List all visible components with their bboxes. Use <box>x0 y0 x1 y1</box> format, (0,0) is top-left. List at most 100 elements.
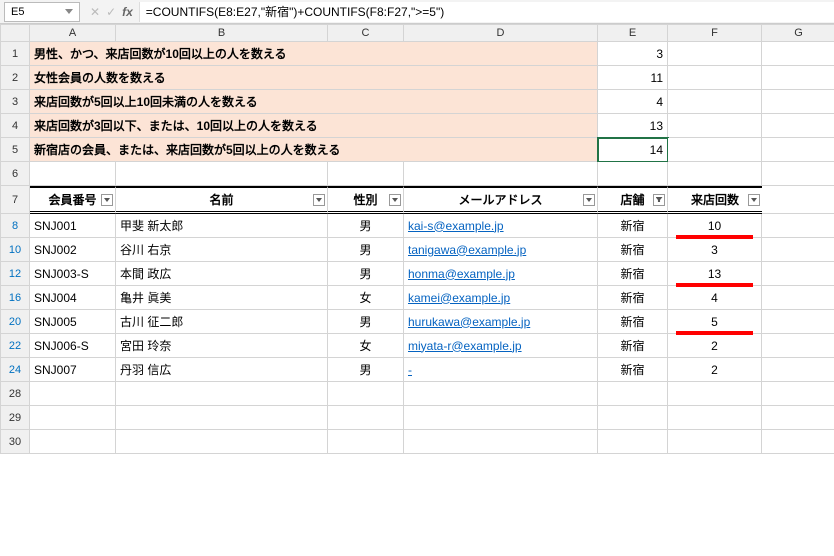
empty-cell[interactable] <box>762 334 834 358</box>
table-header-id[interactable]: 会員番号 <box>30 186 116 214</box>
filter-icon-active[interactable] <box>653 194 665 206</box>
cell-visit[interactable]: 2 <box>668 358 762 382</box>
result-cell[interactable]: 14 <box>598 138 668 162</box>
empty-cell[interactable] <box>762 430 834 454</box>
empty-cell[interactable] <box>762 66 834 90</box>
empty-cell[interactable] <box>762 238 834 262</box>
empty-cell[interactable] <box>762 214 834 238</box>
empty-cell[interactable] <box>30 430 116 454</box>
cell-name[interactable]: 丹羽 信広 <box>116 358 328 382</box>
mail-link[interactable]: tanigawa@example.jp <box>408 243 526 257</box>
cancel-icon[interactable]: ✕ <box>90 5 100 19</box>
mail-link[interactable]: - <box>408 363 412 377</box>
empty-cell[interactable] <box>30 382 116 406</box>
desc-cell[interactable]: 来店回数が3回以下、または、10回以上の人を数える <box>30 114 598 138</box>
cell-sex[interactable]: 男 <box>328 238 404 262</box>
cell-id[interactable]: SNJ005 <box>30 310 116 334</box>
row-header[interactable]: 10 <box>0 238 30 262</box>
empty-cell[interactable] <box>668 90 762 114</box>
empty-cell[interactable] <box>762 138 834 162</box>
empty-cell[interactable] <box>598 382 668 406</box>
cell-id[interactable]: SNJ006-S <box>30 334 116 358</box>
cell-mail[interactable]: miyata-r@example.jp <box>404 334 598 358</box>
cell-shop[interactable]: 新宿 <box>598 238 668 262</box>
name-box[interactable]: E5 <box>4 2 80 22</box>
empty-cell[interactable] <box>30 406 116 430</box>
empty-cell[interactable] <box>668 114 762 138</box>
empty-cell[interactable] <box>762 42 834 66</box>
empty-cell[interactable] <box>404 162 598 186</box>
row-header[interactable]: 8 <box>0 214 30 238</box>
cell-sex[interactable]: 男 <box>328 262 404 286</box>
row-header[interactable]: 1 <box>0 42 30 66</box>
cell-id[interactable]: SNJ007 <box>30 358 116 382</box>
fx-icon[interactable]: fx <box>122 5 133 19</box>
row-header[interactable]: 30 <box>0 430 30 454</box>
mail-link[interactable]: kai-s@example.jp <box>408 219 504 233</box>
name-box-dropdown-icon[interactable] <box>65 9 73 14</box>
empty-cell[interactable] <box>668 162 762 186</box>
cell-shop[interactable]: 新宿 <box>598 358 668 382</box>
cell-visit[interactable]: 2 <box>668 334 762 358</box>
cell-id[interactable]: SNJ003-S <box>30 262 116 286</box>
cell-mail[interactable]: kamei@example.jp <box>404 286 598 310</box>
table-header-visit[interactable]: 来店回数 <box>668 186 762 214</box>
row-header[interactable]: 22 <box>0 334 30 358</box>
cell-visit[interactable]: 10 <box>668 214 762 238</box>
empty-cell[interactable] <box>30 162 116 186</box>
cell-shop[interactable]: 新宿 <box>598 214 668 238</box>
row-header[interactable]: 29 <box>0 406 30 430</box>
empty-cell[interactable] <box>116 430 328 454</box>
filter-icon[interactable] <box>101 194 113 206</box>
empty-cell[interactable] <box>762 262 834 286</box>
row-header[interactable]: 4 <box>0 114 30 138</box>
result-cell[interactable]: 3 <box>598 42 668 66</box>
empty-cell[interactable] <box>598 162 668 186</box>
cell-shop[interactable]: 新宿 <box>598 334 668 358</box>
cell-mail[interactable]: tanigawa@example.jp <box>404 238 598 262</box>
cell-id[interactable]: SNJ004 <box>30 286 116 310</box>
desc-cell[interactable]: 男性、かつ、来店回数が10回以上の人を数える <box>30 42 598 66</box>
cell-name[interactable]: 本間 政広 <box>116 262 328 286</box>
empty-cell[interactable] <box>762 162 834 186</box>
cell-id[interactable]: SNJ001 <box>30 214 116 238</box>
cell-visit[interactable]: 4 <box>668 286 762 310</box>
row-header[interactable]: 5 <box>0 138 30 162</box>
col-header-D[interactable]: D <box>404 24 598 42</box>
filter-icon[interactable] <box>389 194 401 206</box>
empty-cell[interactable] <box>762 310 834 334</box>
row-header[interactable]: 7 <box>0 186 30 214</box>
col-header-B[interactable]: B <box>116 24 328 42</box>
cell-shop[interactable]: 新宿 <box>598 286 668 310</box>
empty-cell[interactable] <box>762 90 834 114</box>
col-header-C[interactable]: C <box>328 24 404 42</box>
desc-cell[interactable]: 来店回数が5回以上10回未満の人を数える <box>30 90 598 114</box>
empty-cell[interactable] <box>762 382 834 406</box>
table-header-name[interactable]: 名前 <box>116 186 328 214</box>
empty-cell[interactable] <box>404 382 598 406</box>
cell-name[interactable]: 亀井 眞美 <box>116 286 328 310</box>
result-cell[interactable]: 13 <box>598 114 668 138</box>
row-header[interactable]: 12 <box>0 262 30 286</box>
spreadsheet-grid[interactable]: ABCDEFG1男性、かつ、来店回数が10回以上の人を数える32女性会員の人数を… <box>0 24 834 454</box>
row-header[interactable]: 3 <box>0 90 30 114</box>
cell-visit[interactable]: 13 <box>668 262 762 286</box>
desc-cell[interactable]: 新宿店の会員、または、来店回数が5回以上の人を数える <box>30 138 598 162</box>
empty-cell[interactable] <box>668 406 762 430</box>
empty-cell[interactable] <box>668 382 762 406</box>
empty-cell[interactable] <box>328 430 404 454</box>
formula-input[interactable]: =COUNTIFS(E8:E27,"新宿")+COUNTIFS(F8:F27,"… <box>139 2 834 22</box>
empty-cell[interactable] <box>762 186 834 214</box>
cell-name[interactable]: 甲斐 新太郎 <box>116 214 328 238</box>
empty-cell[interactable] <box>668 42 762 66</box>
result-cell[interactable]: 11 <box>598 66 668 90</box>
empty-cell[interactable] <box>762 358 834 382</box>
cell-name[interactable]: 谷川 右京 <box>116 238 328 262</box>
cell-sex[interactable]: 男 <box>328 310 404 334</box>
table-header-sex[interactable]: 性別 <box>328 186 404 214</box>
row-header[interactable]: 6 <box>0 162 30 186</box>
enter-icon[interactable]: ✓ <box>106 5 116 19</box>
cell-shop[interactable]: 新宿 <box>598 262 668 286</box>
empty-cell[interactable] <box>762 406 834 430</box>
empty-cell[interactable] <box>328 406 404 430</box>
